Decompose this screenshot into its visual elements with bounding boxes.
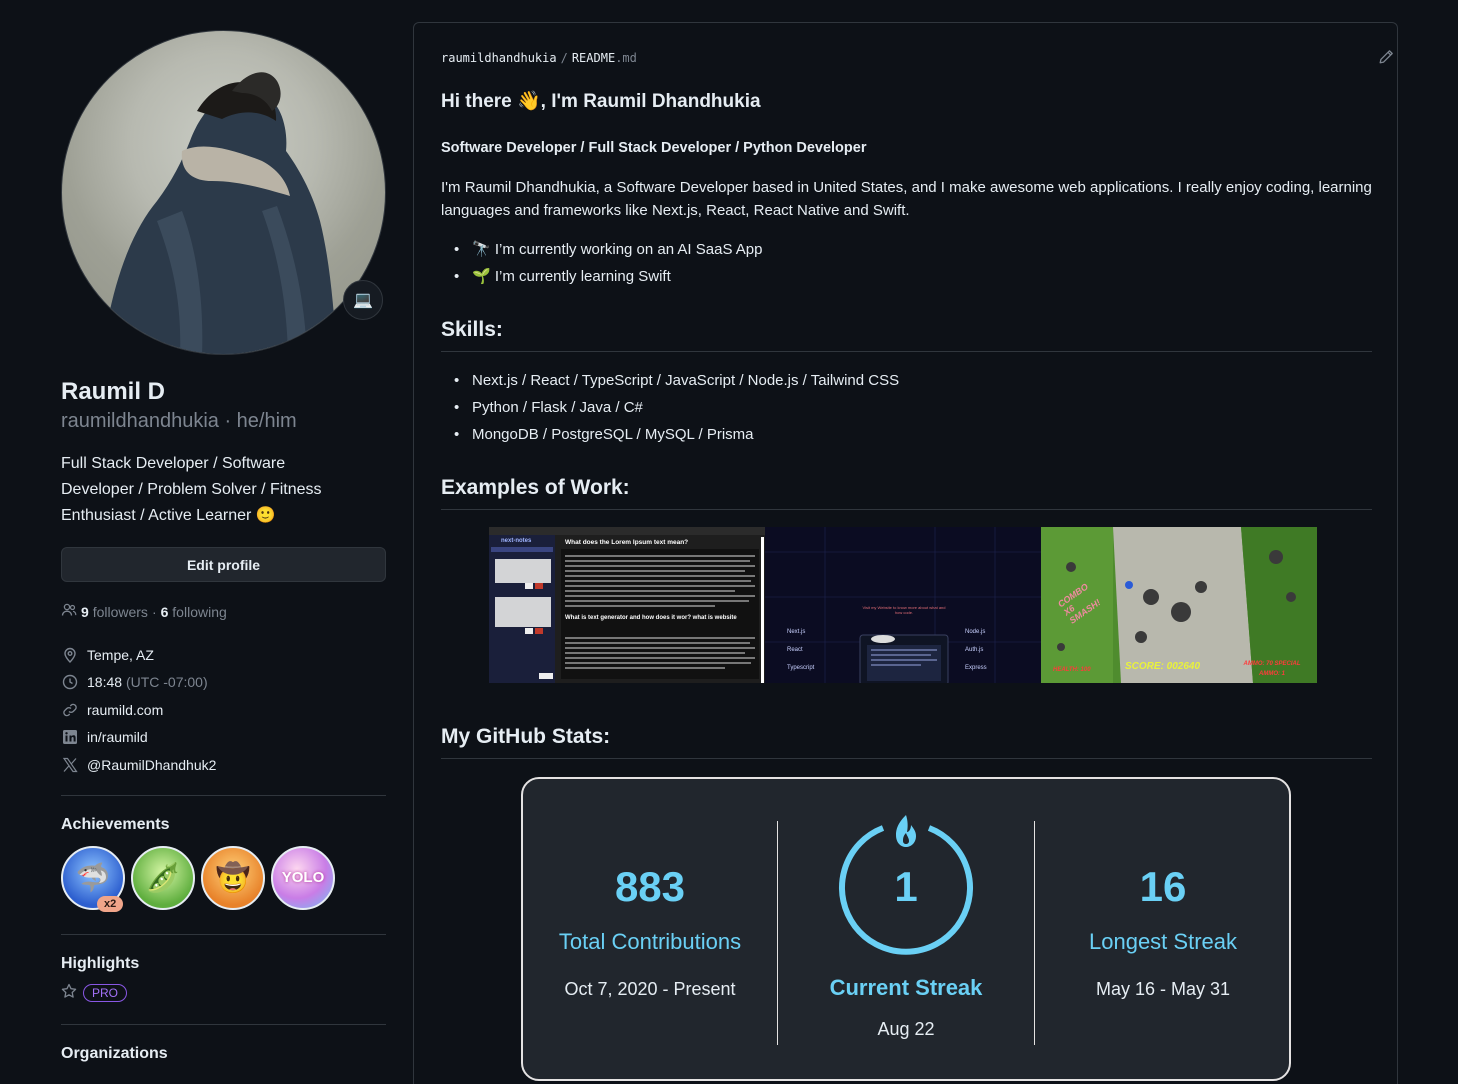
achievement-shark-badge[interactable]: 🦈 x2 — [61, 845, 125, 912]
portfolio-screenshot[interactable]: Visit my Website to know more about what… — [765, 527, 1041, 683]
twitter-link[interactable]: @RaumilDhandhuk2 — [87, 757, 216, 773]
twitter-item[interactable]: @RaumilDhandhuk2 — [61, 751, 386, 779]
skills-list: Next.js / React / TypeScript / JavaScrip… — [441, 367, 899, 448]
pea-pod-icon: 🫛 — [145, 862, 181, 893]
game-health: HEALTH: 100 — [1053, 667, 1091, 673]
linkedin-link[interactable]: in/raumild — [87, 729, 148, 745]
linkedin-icon — [61, 728, 79, 746]
time-item: 18:48 (UTC -07:00) — [61, 669, 386, 697]
achievement-badges: 🦈 x2 🫛 🤠 YOLO — [61, 845, 386, 912]
current-streak-range: Aug 22 — [877, 1019, 935, 1039]
achievement-cowboy-badge[interactable]: 🤠 — [201, 845, 265, 910]
total-contributions-label: Total Contributions — [558, 929, 742, 954]
linkedin-item[interactable]: in/raumild — [61, 724, 386, 752]
readme-intro: I'm Raumil Dhandhukia, a Software Develo… — [441, 179, 1372, 219]
stats-heading: My GitHub Stats: — [441, 725, 1372, 759]
list-item: Python / Flask / Java / C# — [441, 394, 899, 421]
list-item: MongoDB / PostgreSQL / MySQL / Prisma — [441, 421, 899, 448]
pro-badge[interactable]: PRO — [83, 984, 128, 1002]
profile-name: Raumil D — [61, 378, 166, 405]
followers-link[interactable]: 9 followers — [81, 604, 148, 620]
website-item[interactable]: raumild.com — [61, 696, 386, 724]
github-streak-stats[interactable]: 883 Total Contributions Oct 7, 2020 - Pr… — [521, 777, 1291, 1081]
game-score: SCORE: 002640 — [1125, 661, 1201, 672]
longest-streak-column: 16 Longest Streak May 16 - May 31 — [1035, 779, 1291, 1000]
profile-login: raumildhandhukia — [61, 410, 219, 432]
profile-details: Tempe, AZ 18:48 (UTC -07:00) raumild.com… — [61, 641, 386, 779]
list-item: 🌱 I’m currently learning Swift — [441, 263, 763, 290]
website-link[interactable]: raumild.com — [87, 702, 163, 718]
total-contributions-range: Oct 7, 2020 - Present — [564, 979, 736, 999]
examples-heading: Examples of Work: — [441, 476, 1372, 510]
profile-sidebar: 💻 Raumil D raumildhandhukia · he/him Ful… — [61, 30, 386, 1075]
avatar-photo — [102, 72, 337, 354]
profile-login-line: raumildhandhukia · he/him — [61, 410, 297, 432]
shark-icon: 🦈 — [75, 862, 111, 893]
total-contributions-column: 883 Total Contributions Oct 7, 2020 - Pr… — [523, 779, 777, 1000]
status-button[interactable]: 💻 — [343, 280, 383, 320]
achievement-pea-pod-badge[interactable]: 🫛 — [131, 845, 195, 910]
divider — [61, 933, 386, 935]
link-icon — [61, 701, 79, 719]
achievement-yolo-badge[interactable]: YOLO — [271, 845, 335, 910]
notes-app-screenshot[interactable]: next-notes What does the Lorem Ipsum tex… — [489, 527, 765, 683]
avatar-container: 💻 — [61, 30, 386, 355]
current-streak-column: 1 Current Streak Aug 22 — [778, 779, 1034, 1039]
edit-readme-pencil-icon[interactable] — [1378, 49, 1394, 70]
longest-streak-value: 16 — [1139, 863, 1187, 910]
divider — [61, 1023, 386, 1025]
readme-path: raumildhandhukia / README.md — [441, 51, 637, 65]
readme-path-file: README — [571, 51, 616, 65]
notes-question: What is text generator and how does it w… — [565, 615, 737, 621]
readme-status-list: 🔭 I’m currently working on an AI SaaS Ap… — [441, 236, 763, 290]
portfolio-caption: Visit my Website to know more about what… — [862, 605, 946, 615]
readme-greeting: Hi there 👋, I'm Raumil Dhandhukia — [441, 91, 761, 112]
list-item: 🔭 I’m currently working on an AI SaaS Ap… — [441, 236, 763, 263]
profile-bio: Full Stack Developer / Software Develope… — [61, 455, 322, 524]
longest-streak-label: Longest Streak — [1089, 929, 1237, 954]
game-screenshot[interactable]: COMBO X6 SMASH! HEALTH: 100 SCORE: 00264… — [1041, 527, 1317, 683]
laptop-icon: 💻 — [353, 292, 373, 309]
current-streak-label: Current Streak — [829, 975, 983, 1000]
clock-icon — [61, 673, 79, 691]
notes-app-name: next-notes — [501, 538, 532, 544]
notes-title: What does the Lorem Ipsum text mean? — [565, 539, 689, 546]
cowboy-icon: 🤠 — [215, 862, 251, 893]
yolo-icon: YOLO — [281, 869, 325, 886]
achievements-heading[interactable]: Achievements — [61, 816, 386, 834]
people-icon — [61, 602, 77, 621]
location-item: Tempe, AZ — [61, 641, 386, 669]
readme-path-user[interactable]: raumildhandhukia — [441, 51, 557, 65]
portfolio-skills-left: Next.js React Typescript — [787, 629, 815, 671]
pro-highlight: PRO — [61, 983, 386, 1004]
organizations-heading: Organizations — [61, 1044, 168, 1062]
avatar[interactable] — [61, 30, 386, 355]
readme-roles: Software Developer / Full Stack Develope… — [441, 140, 867, 156]
divider — [61, 794, 386, 796]
location-icon — [61, 646, 79, 664]
x-logo-icon — [61, 756, 79, 774]
following-link[interactable]: 6 following — [161, 604, 227, 620]
current-streak-value: 1 — [894, 863, 918, 910]
longest-streak-range: May 16 - May 31 — [1095, 979, 1231, 999]
highlights-heading: Highlights — [61, 954, 140, 972]
total-contributions-value: 883 — [614, 863, 686, 910]
game-ammo: AMMO: 70 SPECIAL AMMO: 1 — [1243, 661, 1301, 677]
badge-count: x2 — [97, 895, 124, 912]
star-icon — [61, 983, 77, 1004]
portfolio-skills-right: Node.js Auth.js Express — [965, 629, 987, 671]
work-screenshots: next-notes What does the Lorem Ipsum tex… — [489, 527, 1317, 683]
follow-stats: 9 followers · 6 following — [61, 602, 386, 621]
profile-pronouns: he/him — [236, 410, 297, 432]
skills-heading: Skills: — [441, 318, 1372, 352]
list-item: Next.js / React / TypeScript / JavaScrip… — [441, 367, 899, 394]
edit-profile-button[interactable]: Edit profile — [61, 547, 386, 582]
readme-card: raumildhandhukia / README.md Hi there 👋, I… — [413, 22, 1398, 1084]
